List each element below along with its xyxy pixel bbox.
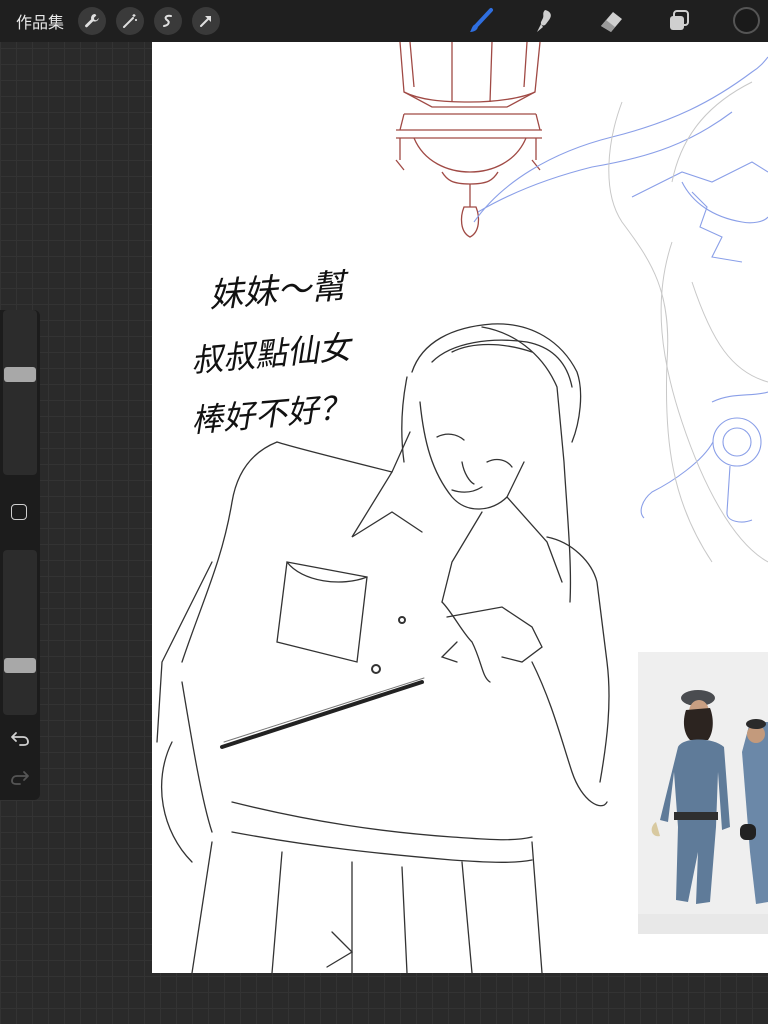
gallery-button[interactable]: 作品集 <box>16 9 64 33</box>
opacity-thumb[interactable] <box>4 658 36 673</box>
note-line-1: 妹妹～幫 <box>208 266 351 316</box>
top-toolbar: 作品集 <box>0 0 768 42</box>
brush-size-slider[interactable] <box>3 310 37 475</box>
transform-button[interactable] <box>192 7 221 35</box>
brush-icon <box>470 8 493 32</box>
undo-icon[interactable] <box>10 728 30 748</box>
drawing-canvas[interactable]: 妹妹～幫 叔叔點仙女 棒好不好？ <box>152 42 768 973</box>
selection-icon <box>163 14 173 27</box>
smudge-tool-button[interactable] <box>530 6 560 36</box>
redo-icon[interactable] <box>10 767 30 787</box>
adjustments-button[interactable] <box>116 7 145 35</box>
magic-wand-icon <box>123 14 138 28</box>
actions-button[interactable] <box>78 7 107 35</box>
note-line-2: 叔叔點仙女 <box>189 328 356 380</box>
reference-photo <box>638 652 768 934</box>
layers-button[interactable] <box>664 6 694 36</box>
brush-tool-button[interactable] <box>466 6 496 36</box>
smudge-icon <box>537 10 551 32</box>
eraser-icon <box>601 12 622 32</box>
grey-construction-lines <box>608 81 768 563</box>
wrench-icon <box>85 14 99 28</box>
lantern-sketch <box>395 42 542 238</box>
reference-photo-image <box>638 652 768 934</box>
layers-icon <box>670 10 689 30</box>
modify-button[interactable] <box>11 504 27 520</box>
color-picker-button[interactable] <box>733 7 760 34</box>
transform-arrow-icon <box>200 16 212 27</box>
selection-button[interactable] <box>154 7 183 35</box>
handwritten-note: 妹妹～幫 叔叔點仙女 棒好不好？ <box>189 266 356 440</box>
note-line-3: 棒好不好？ <box>189 388 352 440</box>
blue-character-sketch <box>473 56 768 523</box>
left-sidebar <box>0 310 40 800</box>
opacity-slider[interactable] <box>3 550 37 715</box>
brush-size-thumb[interactable] <box>4 367 36 382</box>
eraser-tool-button[interactable] <box>596 6 626 36</box>
